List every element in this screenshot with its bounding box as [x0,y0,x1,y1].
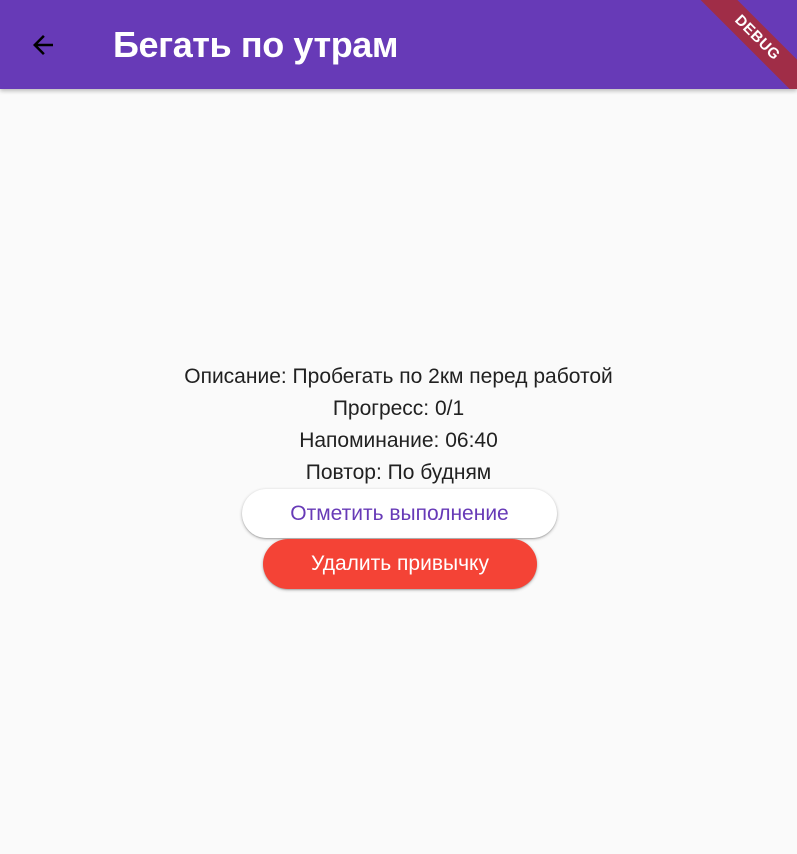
app-bar: Бегать по утрам DEBUG [0,0,797,89]
debug-banner: DEBUG [677,0,797,89]
back-button[interactable] [20,22,66,68]
page-title: Бегать по утрам [113,24,399,65]
habit-description: Описание: Пробегать по 2км перед работой [184,365,613,388]
habit-reminder: Напоминание: 06:40 [299,429,498,452]
mark-done-button[interactable]: Отметить выполнение [242,489,557,538]
habit-progress: Прогресс: 0/1 [332,397,465,420]
arrow-back-icon [33,35,53,55]
delete-habit-button[interactable]: Удалить привычку [263,539,537,589]
habit-info: Описание: Пробегать по 2км перед работой… [0,361,797,489]
habit-repeat: Повтор: По будням [305,461,492,484]
habit-details: Описание: Пробегать по 2км перед работой… [0,89,797,854]
debug-ribbon-label: DEBUG [691,0,797,89]
